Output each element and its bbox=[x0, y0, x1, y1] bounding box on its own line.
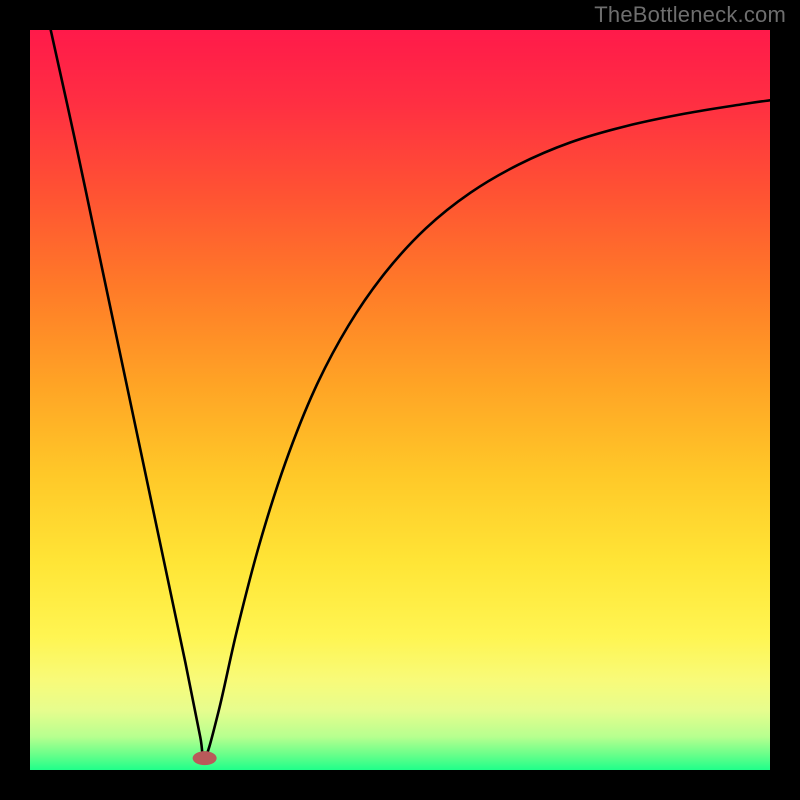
gradient-background bbox=[30, 30, 770, 770]
watermark-text: TheBottleneck.com bbox=[594, 2, 786, 28]
plot-area bbox=[30, 30, 770, 770]
minimum-marker bbox=[193, 751, 217, 765]
chart-stage: TheBottleneck.com bbox=[0, 0, 800, 800]
gradient-chart bbox=[30, 30, 770, 770]
